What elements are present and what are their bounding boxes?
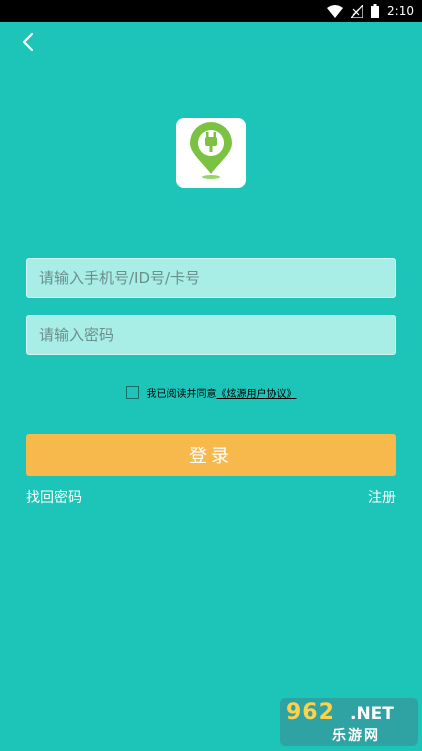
status-icons: 2:10 bbox=[327, 3, 414, 19]
password-input[interactable] bbox=[37, 325, 395, 345]
agreement-link[interactable]: 《炫源用户协议》 bbox=[217, 385, 297, 400]
no-signal-icon bbox=[351, 4, 364, 18]
agreement-text: 我已阅读并同意 bbox=[146, 389, 217, 400]
status-bar: 2:10 bbox=[0, 0, 422, 22]
password-field[interactable] bbox=[26, 315, 396, 355]
account-input[interactable] bbox=[37, 268, 395, 288]
status-time: 2:10 bbox=[387, 4, 414, 18]
battery-icon bbox=[371, 4, 380, 18]
login-button[interactable]: 登录 bbox=[26, 434, 396, 476]
app-logo bbox=[176, 118, 246, 188]
watermark-name: 乐游网 bbox=[332, 728, 380, 744]
watermark-domain: .NET bbox=[350, 704, 394, 724]
account-field[interactable] bbox=[26, 258, 396, 298]
chevron-left-icon bbox=[21, 32, 35, 56]
forgot-password-link[interactable]: 找回密码 bbox=[26, 487, 82, 507]
back-button[interactable] bbox=[14, 30, 42, 58]
watermark-logo: 962 .NET 乐游网 bbox=[280, 698, 418, 746]
watermark-brand: 962 bbox=[286, 700, 335, 725]
register-link[interactable]: 注册 bbox=[368, 487, 396, 507]
wifi-icon bbox=[327, 4, 344, 18]
charging-plug-pin-icon bbox=[188, 122, 234, 184]
agreement-row: 我已阅读并同意 《炫源用户协议》 bbox=[0, 385, 422, 400]
agreement-checkbox[interactable] bbox=[125, 386, 139, 399]
